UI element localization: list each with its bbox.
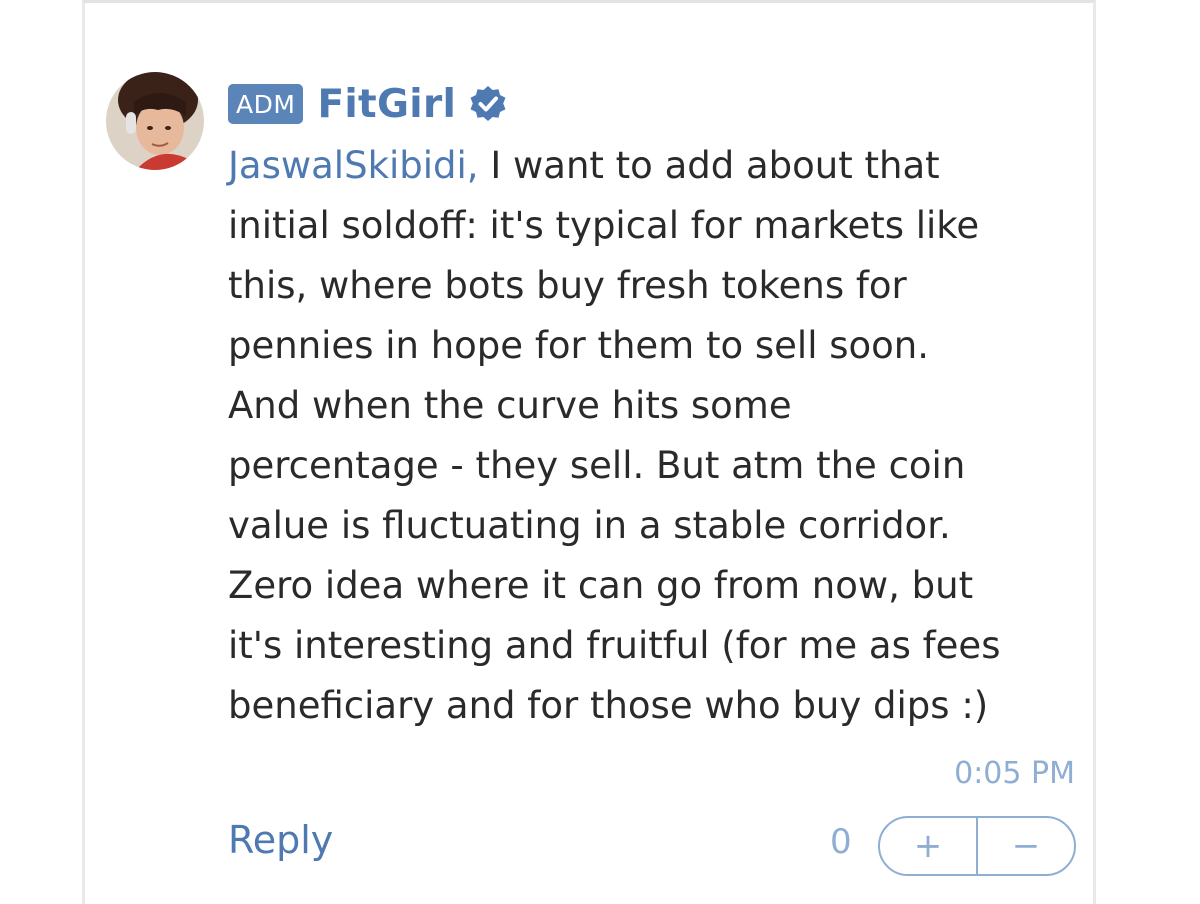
admin-badge: ADM (228, 84, 304, 124)
mention-link[interactable]: JaswalSkibidi, (228, 144, 479, 187)
avatar[interactable] (106, 72, 204, 170)
verified-badge-icon (470, 86, 506, 121)
author-name[interactable]: FitGirl (317, 82, 456, 127)
upvote-button[interactable]: + (880, 818, 976, 874)
comment-header: ADM FitGirl (228, 78, 508, 130)
timestamp: 0:05 PM (954, 756, 1075, 791)
vote-controls: + − (878, 816, 1076, 876)
comment-body: JaswalSkibidi, I want to add about that … (228, 136, 1088, 736)
reply-button[interactable]: Reply (228, 818, 333, 862)
vote-score: 0 (830, 822, 852, 862)
comment-text: I want to add about that initial soldoff… (228, 144, 1001, 727)
downvote-button[interactable]: − (978, 818, 1074, 874)
